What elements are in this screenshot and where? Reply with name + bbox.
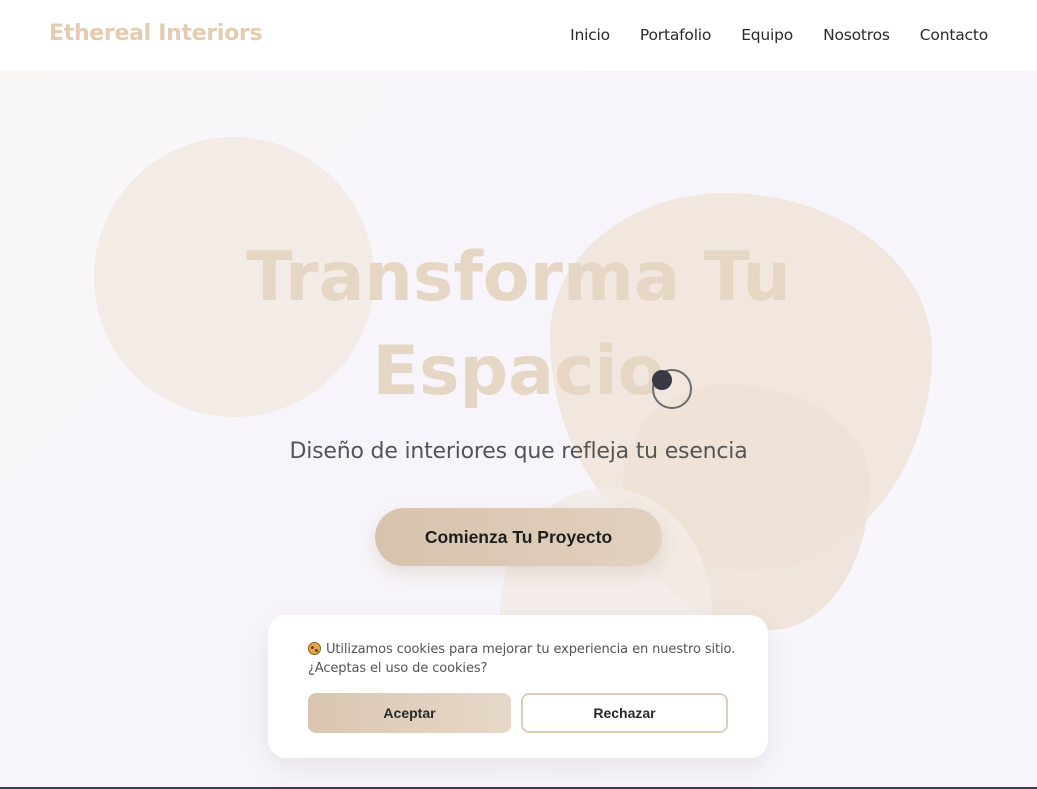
main-nav: Inicio Portafolio Equipo Nosotros Contac… (570, 26, 988, 44)
hero-title: Transforma Tu Espacio (160, 231, 877, 419)
cursor-dot-icon (652, 370, 672, 390)
site-header: Ethereal Interiors Inicio Portafolio Equ… (0, 0, 1037, 71)
nav-item-portafolio[interactable]: Portafolio (640, 26, 711, 44)
hero-title-line-1: Transforma Tu (246, 238, 791, 317)
hero-title-line-2: Espacio (372, 332, 665, 411)
nav-item-contacto[interactable]: Contacto (920, 26, 988, 44)
page: Ethereal Interiors Inicio Portafolio Equ… (0, 0, 1037, 789)
cookie-message: Utilizamos cookies para mejorar tu exper… (308, 640, 738, 678)
brand-logo[interactable]: Ethereal Interiors (49, 21, 263, 46)
reject-cookies-button[interactable]: Rechazar (521, 693, 728, 733)
cookie-icon (308, 642, 321, 655)
cookie-message-line-1: Utilizamos cookies para mejorar tu exper… (326, 642, 736, 657)
nav-item-nosotros[interactable]: Nosotros (823, 26, 890, 44)
nav-item-inicio[interactable]: Inicio (570, 26, 610, 44)
hero-subtitle: Diseño de interiores que refleja tu esen… (289, 439, 748, 464)
cookie-banner: Utilizamos cookies para mejorar tu exper… (268, 615, 768, 758)
accept-cookies-button[interactable]: Aceptar (308, 693, 511, 733)
cookie-message-line-2: ¿Aceptas el uso de cookies? (308, 661, 488, 676)
start-project-button[interactable]: Comienza Tu Proyecto (375, 508, 662, 566)
nav-item-equipo[interactable]: Equipo (741, 26, 793, 44)
